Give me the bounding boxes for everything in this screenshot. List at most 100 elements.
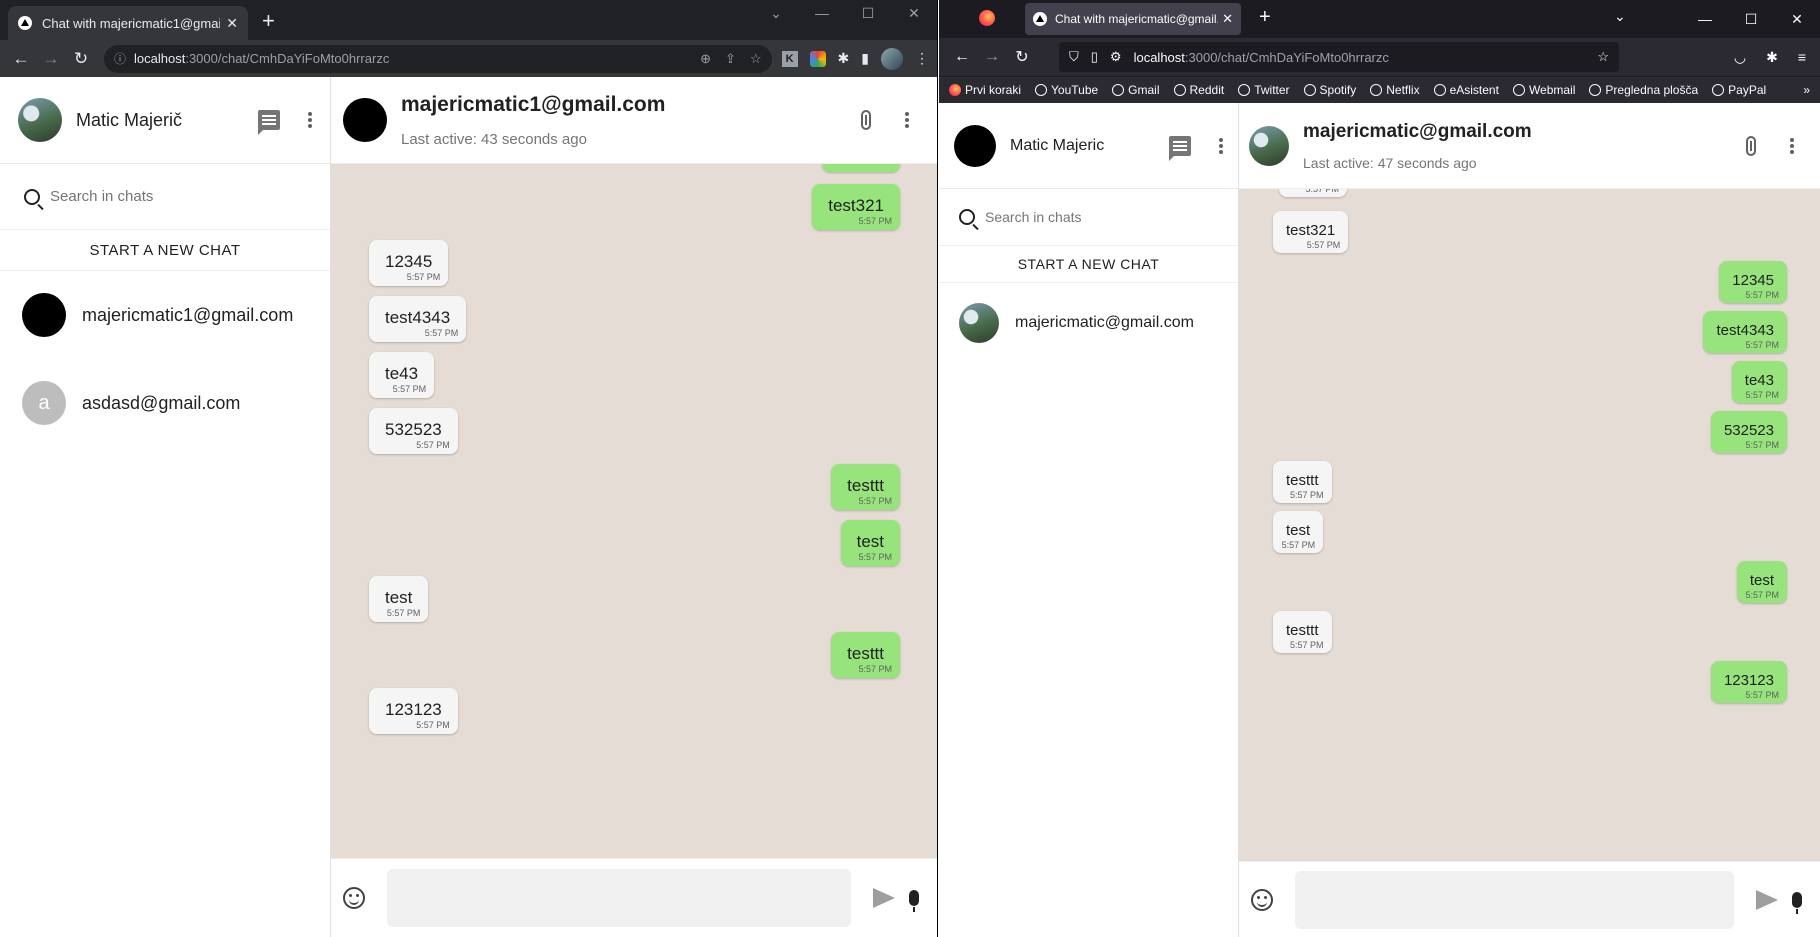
browser-tab-active[interactable]: Chat with majericmatic@gmail. ✕ bbox=[1025, 3, 1241, 35]
message-bubble-partial: 5:57 PM bbox=[1279, 189, 1347, 197]
share-icon[interactable]: ⇪ bbox=[725, 51, 736, 67]
minimize-button[interactable]: — bbox=[799, 0, 845, 26]
back-icon[interactable]: ← bbox=[8, 49, 34, 69]
tab-title: Chat with majericmatic@gmail. bbox=[1055, 12, 1219, 26]
window-controls: — ☐ ✕ bbox=[1682, 0, 1820, 38]
tab-search-icon[interactable]: ⌄ bbox=[753, 0, 799, 26]
back-icon[interactable]: ← bbox=[947, 48, 977, 66]
profile-avatar-icon[interactable] bbox=[881, 47, 903, 70]
message-list[interactable]: 5:57 PM test321 5:57 PM 12345 5:57 PM test43… bbox=[1239, 189, 1820, 861]
zoom-icon[interactable]: ⊕ bbox=[700, 51, 711, 67]
bookmark-star-icon[interactable]: ☆ bbox=[1597, 49, 1609, 65]
message-input[interactable] bbox=[387, 869, 851, 927]
close-window-button[interactable]: ✕ bbox=[1774, 0, 1820, 38]
bookmark-item[interactable]: Pregledna plošča bbox=[1589, 83, 1698, 97]
url-path: :3000/chat/CmhDaYiFoMto0hrrarzc bbox=[185, 51, 390, 66]
close-window-button[interactable]: ✕ bbox=[891, 0, 937, 26]
message-bubble: 12345 5:57 PM bbox=[369, 240, 449, 286]
bookmark-star-icon[interactable]: ☆ bbox=[750, 51, 762, 67]
firefox-view-icon[interactable] bbox=[979, 10, 995, 26]
emoji-icon[interactable] bbox=[1251, 888, 1273, 911]
browser-tab-active[interactable]: Chat with majericmatic1@gmail.c ✕ bbox=[8, 6, 248, 40]
bookmark-item[interactable]: Netflix bbox=[1370, 83, 1420, 97]
bookmark-item[interactable]: eAsistent bbox=[1433, 83, 1499, 97]
pocket-icon[interactable]: ◡ bbox=[1734, 49, 1746, 66]
send-icon[interactable] bbox=[1756, 889, 1778, 910]
more-options-icon[interactable] bbox=[1219, 143, 1223, 148]
search-input[interactable] bbox=[50, 188, 306, 205]
message-time: 5:57 PM bbox=[392, 384, 427, 394]
globe-icon bbox=[1238, 84, 1251, 96]
bookmark-item[interactable]: Spotify bbox=[1303, 83, 1357, 97]
forward-icon[interactable]: → bbox=[977, 48, 1007, 66]
extensions-puzzle-icon[interactable]: ✱ bbox=[838, 50, 850, 67]
bookmark-item[interactable]: Webmail bbox=[1512, 83, 1575, 97]
extension-color-icon[interactable] bbox=[809, 50, 826, 67]
bookmark-item[interactable]: YouTube bbox=[1035, 83, 1098, 97]
new-tab-button[interactable]: + bbox=[262, 8, 275, 34]
start-new-chat-button[interactable]: START A NEW CHAT bbox=[939, 246, 1238, 283]
message-text: test4343 bbox=[385, 308, 451, 327]
contact-avatar: a bbox=[22, 381, 66, 425]
chat-menu-icon[interactable] bbox=[1790, 143, 1794, 148]
extensions-icon[interactable]: ✱ bbox=[1766, 49, 1778, 66]
message-time: 5:57 PM bbox=[1745, 440, 1779, 450]
address-bar[interactable]: ⓘ localhost:3000/chat/CmhDaYiFoMto0hrrar… bbox=[104, 44, 772, 73]
side-panel-icon[interactable]: ▮ bbox=[861, 50, 869, 67]
bookmark-item[interactable]: Reddit bbox=[1173, 83, 1224, 97]
attach-icon[interactable] bbox=[861, 110, 871, 130]
bookmark-item[interactable]: Gmail bbox=[1112, 83, 1160, 97]
start-new-chat-button[interactable]: START A NEW CHAT bbox=[0, 230, 330, 271]
last-active-status: Last active: 43 seconds ago bbox=[401, 130, 587, 148]
new-tab-button[interactable]: + bbox=[1259, 6, 1271, 29]
search-bar bbox=[0, 164, 330, 230]
bookmark-item[interactable]: Prvi koraki bbox=[949, 83, 1021, 97]
message-time: 5:57 PM bbox=[1745, 340, 1779, 350]
microphone-icon[interactable] bbox=[909, 890, 919, 912]
user-avatar[interactable] bbox=[18, 98, 62, 142]
message-list[interactable]: test321 5:57 PM 12345 5:57 PM test4343 5:57 P… bbox=[331, 164, 937, 858]
reload-icon[interactable]: ↻ bbox=[1007, 47, 1037, 67]
more-options-icon[interactable] bbox=[308, 118, 312, 122]
extension-k-icon[interactable]: K bbox=[781, 50, 798, 67]
attach-icon[interactable] bbox=[1746, 135, 1756, 156]
bookmark-label: Gmail bbox=[1128, 83, 1160, 97]
maximize-button[interactable]: ☐ bbox=[1728, 0, 1774, 38]
contact-item[interactable]: a asdasd@gmail.com bbox=[0, 359, 330, 447]
more-bookmarks-icon[interactable]: » bbox=[1803, 83, 1810, 97]
permissions-icon[interactable]: ⚙ bbox=[1110, 49, 1122, 65]
emoji-icon[interactable] bbox=[343, 887, 365, 909]
reload-icon[interactable]: ↻ bbox=[68, 49, 94, 69]
globe-icon bbox=[1589, 84, 1602, 96]
message-text: te43 bbox=[1744, 372, 1774, 389]
bookmark-item[interactable]: PayPal bbox=[1712, 83, 1766, 97]
user-avatar[interactable] bbox=[954, 124, 996, 167]
bookmark-item[interactable]: Twitter bbox=[1238, 83, 1290, 97]
address-bar[interactable]: ⛉ ▯ ⚙ localhost:3000/chat/CmhDaYiFoMto0h… bbox=[1059, 42, 1619, 72]
shield-icon[interactable]: ⛉ bbox=[1069, 49, 1079, 65]
close-tab-icon[interactable]: ✕ bbox=[1222, 11, 1233, 27]
close-tab-icon[interactable]: ✕ bbox=[226, 15, 238, 32]
contact-item[interactable]: majericmatic1@gmail.com bbox=[0, 271, 330, 359]
minimize-button[interactable]: — bbox=[1682, 0, 1728, 38]
contact-item[interactable]: majericmatic@gmail.com bbox=[939, 283, 1238, 363]
message-bubble: te43 5:57 PM bbox=[369, 352, 435, 398]
microphone-icon[interactable] bbox=[1792, 891, 1802, 914]
list-all-tabs-icon[interactable]: ⌄ bbox=[1614, 8, 1626, 25]
maximize-button[interactable]: ☐ bbox=[845, 0, 891, 26]
bookmark-label: Spotify bbox=[1319, 83, 1357, 97]
globe-icon bbox=[1112, 84, 1125, 96]
extensions-area: K ✱ ▮ ⋮ bbox=[781, 47, 929, 70]
forward-icon[interactable]: → bbox=[38, 49, 64, 69]
message-input[interactable] bbox=[1295, 870, 1734, 929]
new-chat-icon[interactable] bbox=[258, 110, 280, 135]
chrome-menu-icon[interactable]: ⋮ bbox=[915, 50, 929, 67]
site-info-icon[interactable]: ⓘ bbox=[114, 50, 126, 67]
chat-menu-icon[interactable] bbox=[905, 118, 909, 122]
app-favicon-icon bbox=[18, 16, 32, 30]
send-icon[interactable] bbox=[873, 888, 895, 908]
message-bubble: test 5:57 PM bbox=[840, 520, 900, 566]
app-menu-icon[interactable]: ≡ bbox=[1798, 49, 1806, 66]
search-input[interactable] bbox=[985, 209, 1218, 225]
new-chat-icon[interactable] bbox=[1169, 135, 1191, 161]
